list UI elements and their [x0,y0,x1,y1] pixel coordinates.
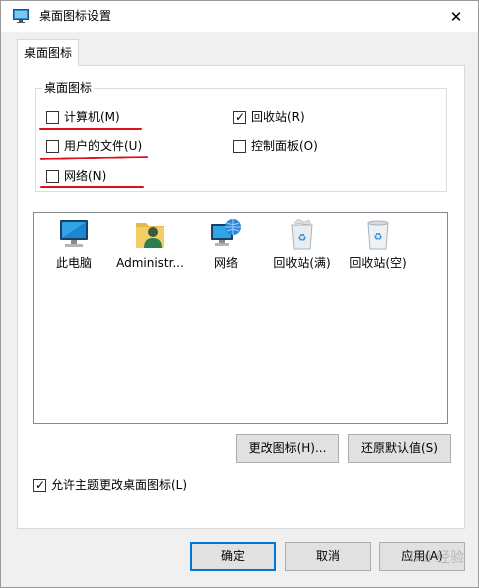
icon-item-this-pc[interactable]: 此电脑 [36,217,112,271]
cancel-button[interactable]: 取消 [285,542,371,571]
restore-default-button[interactable]: 还原默认值(S) [348,434,451,463]
checkmark-icon: ✓ [35,477,46,492]
checkbox-box[interactable] [46,169,59,183]
checkbox-box[interactable] [46,110,59,124]
icon-list[interactable]: 此电脑 Administr... 网络 ♻ 回收站(满) ♻ 回收站(空) [33,212,448,424]
svg-text:♻: ♻ [374,232,383,243]
icon-label: 回收站(满) [273,256,331,270]
svg-text:♻: ♻ [298,233,307,244]
desktop-icon-settings-dialog: 桌面图标设置 ✕ 桌面图标 桌面图标 计算机(M) ✓ 回收站(R) 用户的文件… [0,0,479,588]
checkbox-control-panel[interactable]: 控制面板(O) [233,137,318,155]
checkbox-label[interactable]: 允许主题更改桌面图标(L) [51,477,187,493]
red-underline-annotation [39,156,149,160]
close-icon[interactable]: ✕ [434,1,478,32]
watermark: Bai 经验 [409,550,464,566]
red-underline-annotation [40,186,144,188]
icon-item-user-folder[interactable]: Administr... [112,217,188,271]
network-globe-icon [211,219,241,246]
user-folder-icon [136,223,164,248]
checkmark-icon: ✓ [235,109,246,124]
checkbox-box[interactable] [46,139,59,153]
group-legend: 桌面图标 [42,80,95,96]
icon-label: 回收站(空) [349,256,407,270]
checkbox-label[interactable]: 回收站(R) [251,109,305,125]
icon-item-network[interactable]: 网络 [188,217,264,271]
checkbox-label[interactable]: 计算机(M) [64,109,120,125]
checkbox-network[interactable]: 网络(N) [46,167,106,185]
tab-desktop-icons[interactable]: 桌面图标 [17,39,79,66]
checkbox-user-files[interactable]: 用户的文件(U) [46,137,142,155]
checkbox-box[interactable]: ✓ [233,109,246,124]
icon-item-recycle-bin-full[interactable]: ♻ 回收站(满) [264,217,340,271]
checkbox-label[interactable]: 网络(N) [64,168,106,184]
checkbox-label[interactable]: 控制面板(O) [251,138,318,154]
change-icon-button[interactable]: 更改图标(H)... [236,434,339,463]
checkbox-recycle-bin[interactable]: ✓ 回收站(R) [233,108,305,126]
recycle-bin-empty-icon: ♻ [367,220,389,250]
red-underline-annotation [39,128,142,130]
icon-label: 网络 [213,256,238,270]
checkbox-box[interactable]: ✓ [33,477,46,492]
checkbox-box[interactable] [233,139,246,153]
title-bar: 桌面图标设置 ✕ [1,1,478,32]
monitor-icon [60,220,88,247]
checkbox-label[interactable]: 用户的文件(U) [64,138,142,154]
desktop-settings-icon [13,9,29,23]
desktop-icons-group: 桌面图标 计算机(M) ✓ 回收站(R) 用户的文件(U) 控制面板(O) 网络… [35,80,447,192]
icon-item-recycle-bin-empty[interactable]: ♻ 回收站(空) [340,217,416,271]
icon-label: Administr... [116,256,184,270]
checkbox-allow-theme[interactable]: ✓ 允许主题更改桌面图标(L) [33,476,187,494]
window-title: 桌面图标设置 [39,9,112,23]
ok-button[interactable]: 确定 [190,542,276,571]
recycle-bin-full-icon: ♻ [291,218,313,250]
tab-panel: 桌面图标 计算机(M) ✓ 回收站(R) 用户的文件(U) 控制面板(O) 网络… [17,65,465,529]
icon-label: 此电脑 [55,256,92,270]
checkbox-computer[interactable]: 计算机(M) [46,108,120,126]
